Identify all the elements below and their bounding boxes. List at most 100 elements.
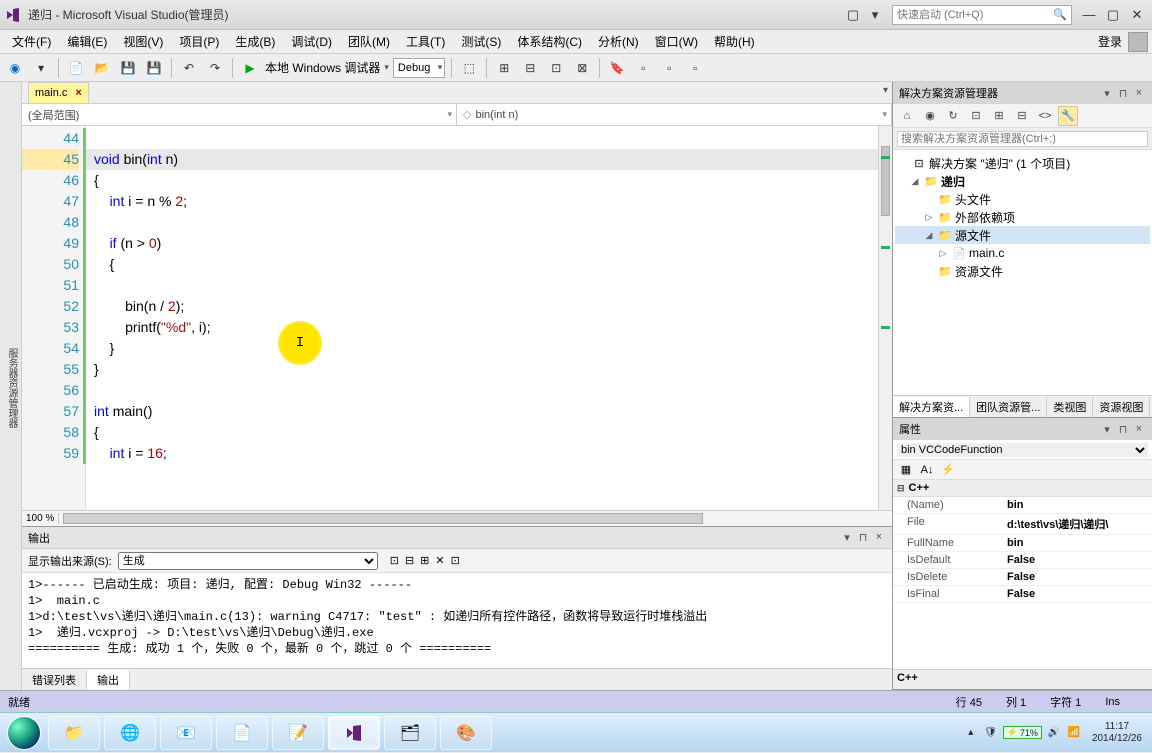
panel-close-icon[interactable]: ×: [1132, 87, 1146, 100]
save-all-button[interactable]: 💾: [143, 57, 165, 79]
tray-battery[interactable]: ⚡ 71%: [1003, 726, 1042, 739]
tray-speaker-icon[interactable]: 🔊: [1046, 725, 1062, 741]
redo-button[interactable]: ↷: [204, 57, 226, 79]
taskbar-vs[interactable]: [328, 716, 380, 750]
menu-test[interactable]: 测试(S): [453, 31, 509, 52]
quick-launch-input[interactable]: [897, 9, 1053, 21]
sln-tab-resource[interactable]: 资源视图: [1093, 397, 1150, 417]
taskbar-paint[interactable]: 🎨: [440, 716, 492, 750]
output-toolbar-btn[interactable]: ⊡: [451, 554, 460, 567]
sln-home-icon[interactable]: ⌂: [897, 106, 917, 126]
toolbar-btn[interactable]: ▫: [632, 57, 654, 79]
sln-tab-team[interactable]: 团队资源管...: [970, 397, 1047, 417]
document-tab-main-c[interactable]: main.c ×: [28, 82, 89, 103]
sln-tab-class[interactable]: 类视图: [1047, 397, 1093, 417]
taskbar-explorer[interactable]: 📁: [48, 716, 100, 750]
back-button[interactable]: ◉: [4, 57, 26, 79]
maximize-button[interactable]: ▢: [1102, 5, 1124, 25]
folder-resource[interactable]: 资源文件: [955, 263, 1003, 280]
flag-icon[interactable]: ▾: [864, 5, 886, 25]
solution-config-dropdown[interactable]: Debug: [393, 58, 445, 78]
start-button[interactable]: [4, 713, 44, 753]
toolbar-btn[interactable]: ⊠: [571, 57, 593, 79]
menu-window[interactable]: 窗口(W): [647, 31, 706, 52]
panel-pin-icon[interactable]: ⊓: [1116, 87, 1130, 100]
folder-headers[interactable]: 头文件: [955, 191, 991, 208]
toolbar-btn[interactable]: ▫: [684, 57, 706, 79]
toolbar-btn[interactable]: ⊡: [545, 57, 567, 79]
start-debug-button[interactable]: ▶: [239, 57, 261, 79]
close-button[interactable]: ✕: [1126, 5, 1148, 25]
toolbar-btn[interactable]: ⊞: [493, 57, 515, 79]
sln-btn[interactable]: ⊡: [966, 106, 986, 126]
tray-up-icon[interactable]: ▴: [963, 725, 979, 741]
sln-btn[interactable]: ↻: [943, 106, 963, 126]
minimize-button[interactable]: —: [1078, 5, 1100, 25]
panel-pin-icon[interactable]: ⊓: [1116, 423, 1130, 436]
scrollbar-thumb[interactable]: [63, 513, 703, 524]
debug-target-label[interactable]: 本地 Windows 调试器: [265, 59, 380, 76]
panel-pin-icon[interactable]: ⊓: [856, 531, 870, 544]
prop-sort-icon[interactable]: A↓: [918, 462, 936, 478]
properties-object-select[interactable]: bin VCCodeFunction: [897, 443, 1148, 457]
menu-project[interactable]: 项目(P): [171, 31, 227, 52]
tray-network-icon[interactable]: 📶: [1066, 725, 1082, 741]
code-area[interactable]: void bin(int n) { int i = n % 2; if (n >…: [86, 126, 878, 510]
editor-horizontal-scrollbar[interactable]: [59, 512, 892, 526]
tab-overflow-icon[interactable]: ▾: [883, 85, 888, 96]
forward-button[interactable]: ▾: [30, 57, 52, 79]
notify-icon[interactable]: ▢: [842, 5, 864, 25]
save-button[interactable]: 💾: [117, 57, 139, 79]
new-project-button[interactable]: 📄: [65, 57, 87, 79]
menu-tools[interactable]: 工具(T): [398, 31, 453, 52]
taskbar-outlook[interactable]: 📧: [160, 716, 212, 750]
sln-btn[interactable]: ⊞: [989, 106, 1009, 126]
output-toolbar-btn[interactable]: ✕: [435, 554, 444, 567]
quick-launch[interactable]: 🔍: [892, 5, 1072, 25]
menu-build[interactable]: 生成(B): [227, 31, 283, 52]
taskbar-ie[interactable]: 🌐: [104, 716, 156, 750]
sln-tab-solution[interactable]: 解决方案资...: [893, 397, 970, 417]
sln-btn[interactable]: 🔧: [1058, 106, 1078, 126]
prop-categorize-icon[interactable]: ▦: [897, 462, 915, 478]
output-toolbar-btn[interactable]: ⊟: [405, 554, 414, 567]
output-toolbar-btn[interactable]: ⊞: [420, 554, 429, 567]
output-tab-errors[interactable]: 错误列表: [22, 670, 87, 690]
panel-close-icon[interactable]: ×: [872, 531, 886, 544]
menu-team[interactable]: 团队(M): [340, 31, 398, 52]
prop-section[interactable]: C++: [909, 482, 930, 494]
solution-search-input[interactable]: [897, 131, 1148, 147]
code-editor[interactable]: 44 45 46 47 48 49 50 51 52 53 54 55 56 5…: [22, 126, 892, 510]
taskbar-notepad[interactable]: 📝: [272, 716, 324, 750]
panel-dropdown-icon[interactable]: ▾: [840, 531, 854, 544]
taskbar-folder[interactable]: 🗂: [384, 716, 436, 750]
signin-link[interactable]: 登录: [1098, 33, 1122, 50]
output-text[interactable]: 1>------ 已启动生成: 项目: 递归, 配置: Debug Win32 …: [22, 573, 892, 668]
sln-btn[interactable]: <>: [1035, 106, 1055, 126]
taskbar-word[interactable]: 📄: [216, 716, 268, 750]
zoom-level[interactable]: 100 %: [22, 513, 59, 524]
menu-analyze[interactable]: 分析(N): [590, 31, 647, 52]
menu-file[interactable]: 文件(F): [4, 31, 59, 52]
panel-close-icon[interactable]: ×: [1132, 423, 1146, 436]
toolbar-btn[interactable]: ⊟: [519, 57, 541, 79]
editor-vertical-scrollbar[interactable]: [878, 126, 892, 510]
file-main-c[interactable]: main.c: [969, 246, 1004, 260]
server-explorer-tab[interactable]: 服务器资源管理器: [2, 344, 21, 432]
toolbar-btn[interactable]: ⬚: [458, 57, 480, 79]
output-source-select[interactable]: 生成: [118, 552, 378, 570]
project-node[interactable]: 递归: [941, 173, 965, 190]
output-toolbar-btn[interactable]: ⊡: [390, 554, 399, 567]
tray-clock[interactable]: 11:17 2014/12/26: [1086, 721, 1148, 745]
tab-close-icon[interactable]: ×: [71, 87, 81, 99]
output-tab-output[interactable]: 输出: [87, 670, 130, 690]
sln-btn[interactable]: ◉: [920, 106, 940, 126]
panel-dropdown-icon[interactable]: ▾: [1100, 87, 1114, 100]
open-button[interactable]: 📂: [91, 57, 113, 79]
panel-dropdown-icon[interactable]: ▾: [1100, 423, 1114, 436]
properties-grid[interactable]: ⊟C++ (Name)bin Filed:\test\vs\递归\递归\ Ful…: [893, 480, 1152, 669]
avatar-icon[interactable]: [1128, 32, 1148, 52]
menu-architecture[interactable]: 体系结构(C): [509, 31, 590, 52]
undo-button[interactable]: ↶: [178, 57, 200, 79]
menu-view[interactable]: 视图(V): [115, 31, 171, 52]
